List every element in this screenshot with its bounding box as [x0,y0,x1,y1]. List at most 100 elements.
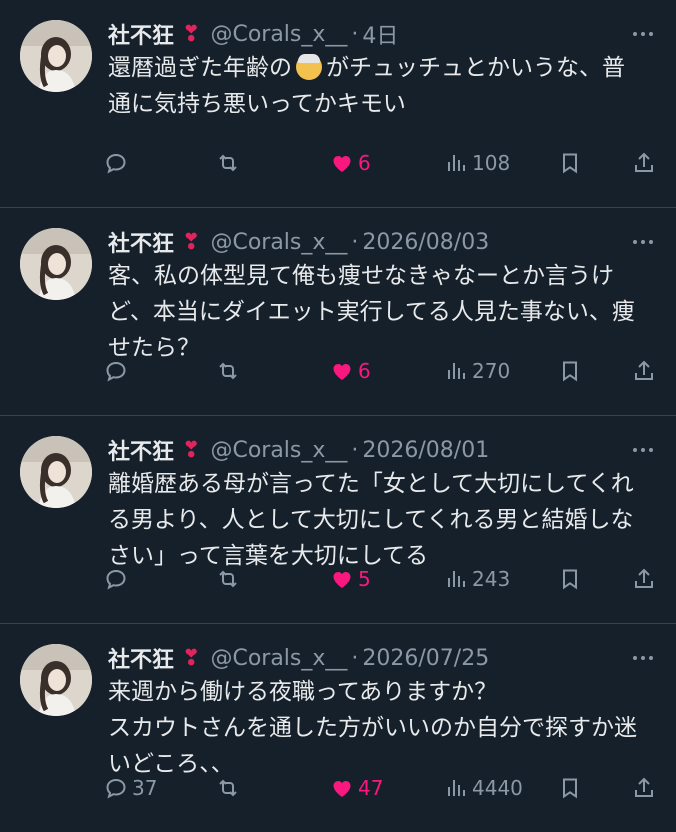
timestamp[interactable]: 2026/08/01 [362,438,489,463]
views-bar-chart-icon [448,363,465,379]
username-handle[interactable]: @Corals_x__ [210,230,347,255]
view-count: 270 [472,359,511,383]
tweet-text-line: る男より、人として大切にしてくれる男と結婚しな [108,507,634,533]
reply-button[interactable]: 37 [104,776,157,800]
tweet[interactable]: 社不狂 ❣ @Corals_x__ · 4日 還暦過ぎた年齢の がチュッチュとかい… [0,0,676,208]
like-count: 5 [358,567,371,591]
tweet-text: 客、私の体型見て俺も痩せなきゃなーとか言うけ ど、本当にダイエット実行してる人見… [108,258,652,366]
timestamp[interactable]: 2026/08/03 [362,230,489,255]
separator-dot: · [351,437,359,463]
bookmark-button[interactable] [558,151,582,175]
bookmark-icon [563,153,577,174]
tweet-text-line: 還暦過ぎた年齢の [108,55,292,81]
heart-filled-icon [333,156,351,172]
view-count: 108 [472,151,511,175]
like-button[interactable]: 5 [330,567,371,591]
heart-filled-icon [333,364,351,380]
share-icon [635,568,653,588]
reply-icon [106,361,126,382]
tweet-text-line: 客、私の体型見て俺も痩せなきゃなーとか言うけ [108,263,614,289]
tweet-text-line: 通に気持ち悪いってかキモい [108,91,406,117]
reply-icon [106,569,126,590]
display-name[interactable]: 社不狂 [108,226,174,258]
views-bar-chart-icon [448,780,465,796]
share-button[interactable] [632,359,656,383]
retweet-button[interactable] [216,567,240,591]
like-button[interactable]: 6 [330,151,371,175]
retweet-icon [219,570,237,588]
retweet-icon [219,154,237,172]
display-name[interactable]: 社不狂 [108,642,174,674]
username-handle[interactable]: @Corals_x__ [210,22,347,47]
display-name[interactable]: 社不狂 [108,434,174,466]
username-handle[interactable]: @Corals_x__ [210,438,347,463]
tweet-text-line: ど、本当にダイエット実行してる人見た事ない、痩 [108,299,635,325]
retweet-button[interactable] [216,151,240,175]
bookmark-button[interactable] [558,776,582,800]
avatar[interactable] [20,228,92,300]
more-options-icon[interactable] [628,230,658,254]
share-icon [635,777,653,797]
like-button[interactable]: 47 [330,776,383,800]
separator-dot: · [351,229,359,255]
reply-count: 37 [132,776,158,800]
action-bar: 6 108 [104,149,660,177]
views-button[interactable]: 270 [444,359,510,383]
view-count: 243 [472,567,511,591]
display-name[interactable]: 社不狂 [108,18,174,50]
tweet-text-line: がチュッチュとかいうな、普 [326,55,625,81]
reply-button[interactable] [104,567,132,591]
heart-filled-icon [333,572,351,588]
views-bar-chart-icon [448,155,465,171]
views-button[interactable]: 4440 [444,776,523,800]
red-heart-emoji-icon: ❣ [182,21,201,47]
action-bar: 6 270 [104,357,660,385]
share-button[interactable] [632,567,656,591]
tweet-text-line: 離婚歴ある母が言ってた「女として大切にしてくれ [108,471,634,497]
like-count: 6 [358,151,371,175]
reply-button[interactable] [104,359,132,383]
like-button[interactable]: 6 [330,359,371,383]
avatar[interactable] [20,436,92,508]
tweet[interactable]: 社不狂 ❣ @Corals_x__ · 2026/07/25 来週から働ける夜職… [0,624,676,832]
retweet-icon [219,779,237,797]
tweet-header: 社不狂 ❣ @Corals_x__ · 2026/08/03 [108,224,616,260]
reply-icon [106,778,126,799]
red-heart-emoji-icon: ❣ [182,229,201,255]
retweet-button[interactable] [216,359,240,383]
views-button[interactable]: 108 [444,151,510,175]
separator-dot: · [351,21,359,47]
views-button[interactable]: 243 [444,567,510,591]
tweet-text-line: スカウトさんを通した方がいいのか自分で探すか迷 [108,715,637,741]
tweet-text: 還暦過ぎた年齢の がチュッチュとかいうな、普 通に気持ち悪いってかキモい [108,50,652,122]
retweet-icon [219,362,237,380]
avatar[interactable] [20,644,92,716]
tweet-header: 社不狂 ❣ @Corals_x__ · 2026/07/25 [108,640,616,676]
share-button[interactable] [632,151,656,175]
tweet[interactable]: 社不狂 ❣ @Corals_x__ · 2026/08/01 離婚歴ある母が言っ… [0,416,676,624]
reply-button[interactable] [104,151,132,175]
bookmark-icon [563,361,577,382]
timestamp[interactable]: 4日 [362,18,398,50]
timestamp[interactable]: 2026/07/25 [362,646,489,671]
avatar[interactable] [20,20,92,92]
tweet-text: 来週から働ける夜職ってありますか？ スカウトさんを通した方がいいのか自分で探すか… [108,674,652,782]
like-count: 6 [358,359,371,383]
share-button[interactable] [632,776,656,800]
tweet-text: 離婚歴ある母が言ってた「女として大切にしてくれ る男より、人として大切にしてくれ… [108,466,652,574]
tweet[interactable]: 社不狂 ❣ @Corals_x__ · 2026/08/03 客、私の体型見て俺… [0,208,676,416]
username-handle[interactable]: @Corals_x__ [210,646,347,671]
heart-filled-icon [333,781,351,797]
bookmark-icon [563,569,577,590]
more-options-icon[interactable] [628,646,658,670]
more-options-icon[interactable] [628,22,658,46]
older-person-emoji-icon [296,54,322,80]
views-bar-chart-icon [448,571,465,587]
retweet-button[interactable] [216,776,240,800]
bookmark-button[interactable] [558,359,582,383]
view-count: 4440 [472,776,523,800]
bookmark-button[interactable] [558,567,582,591]
tweet-text-line: 来週から働ける夜職ってありますか？ [108,679,498,705]
share-icon [635,152,653,172]
more-options-icon[interactable] [628,438,658,462]
